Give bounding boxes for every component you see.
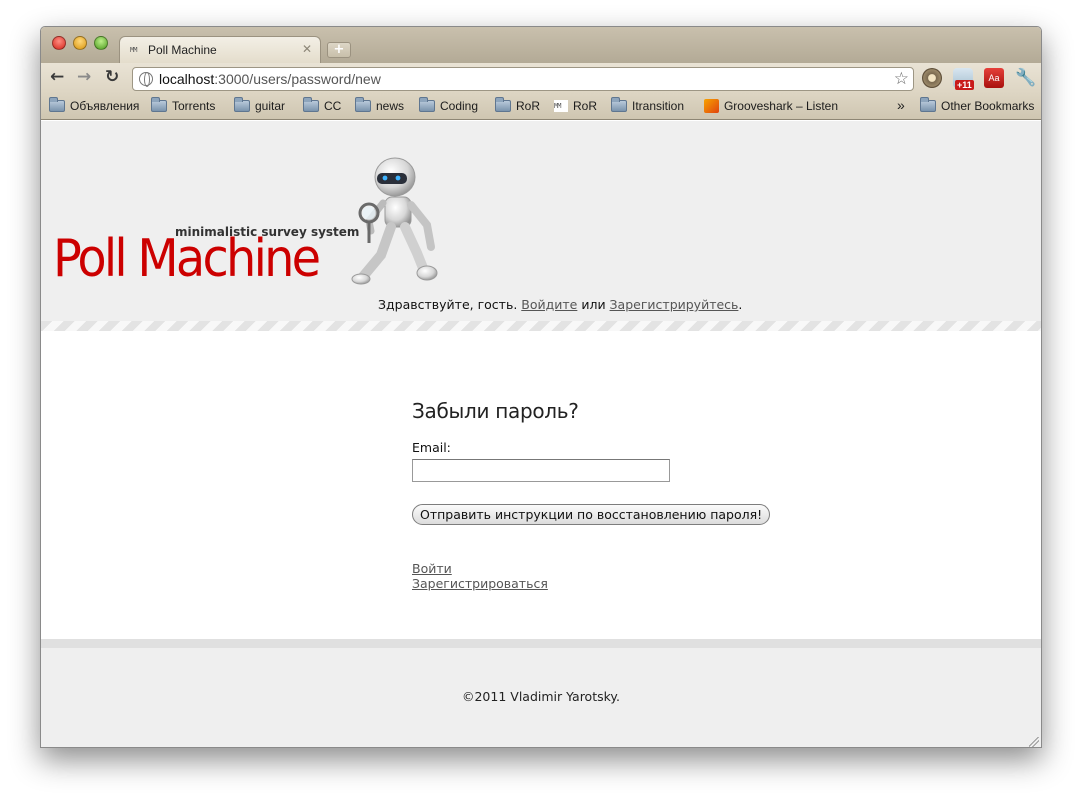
email-label: Email: [412,440,451,455]
reload-icon[interactable]: ↻ [105,69,119,86]
bookmark-label: Объявления [70,99,140,113]
bookmark-label: RoR [573,99,598,113]
minimize-window-button[interactable] [73,36,87,50]
bookmark-label: RoR [516,99,541,113]
bookmark-item[interactable]: RoR [495,97,541,113]
bookmark-item[interactable]: CC [303,97,342,113]
folder-icon [419,97,435,112]
browser-toolbar: ← → ↻ localhost:3000/users/password/new … [41,63,1041,93]
site-favicon-icon: MM [130,45,137,54]
header-register-link[interactable]: Зарегистрируйтесь [610,297,739,312]
extension-dictionary-icon[interactable]: Aa [984,68,1004,88]
copyright-text: ©2011 Vladimir Yarotsky. [461,689,621,704]
globe-icon [139,72,153,87]
bookmark-item[interactable]: Itransition [611,97,685,113]
folder-icon [495,97,511,112]
close-window-button[interactable] [52,36,66,50]
bookmark-item[interactable]: Coding [419,97,479,113]
folder-icon [611,97,627,112]
login-link[interactable]: Войти [412,561,548,576]
forward-arrow-icon[interactable]: → [77,69,91,86]
tab-poll-machine[interactable]: MM Poll Machine ✕ [119,36,321,63]
auth-links: Войти Зарегистрироваться [412,561,548,591]
bookmark-label: news [376,99,405,113]
send-instructions-button[interactable]: Отправить инструкции по восстановлению п… [412,504,771,525]
resize-grip-icon[interactable] [1029,737,1039,747]
bookmark-label: Coding [440,99,479,113]
header-divider-stripe [41,321,1041,331]
web-page: minimalistic survey system Poll Machine [41,121,1041,747]
greeting-text: Здравствуйте, гость. Войдите или Зарегис… [378,297,742,312]
extension-cloud-icon[interactable]: +11 [953,68,974,90]
folder-icon [234,97,250,112]
bookmark-label: Grooveshark – Listen [723,99,838,113]
folder-icon [49,97,65,112]
site-footer: ©2011 Vladimir Yarotsky. [41,648,1041,747]
folder-icon [920,97,936,112]
bookmark-label: Torrents [172,99,216,113]
footer-divider [41,639,1041,648]
new-tab-button[interactable]: + [327,42,351,58]
bookmark-item[interactable]: guitar [234,97,286,113]
site-header: minimalistic survey system Poll Machine [41,121,1041,321]
site-logo[interactable]: Poll Machine [53,229,321,289]
address-bar[interactable]: localhost:3000/users/password/new ☆ [132,67,914,91]
greeting-suffix: . [738,297,743,312]
header-login-link[interactable]: Войдите [521,297,577,312]
extension-gear-icon[interactable] [922,68,942,88]
bookmark-item[interactable]: Torrents [151,97,216,113]
bookmark-label: Itransition [632,99,685,113]
bookmark-star-icon[interactable]: ☆ [894,69,909,89]
bookmark-label: guitar [255,99,286,113]
mm-favicon-icon: MM [554,100,568,112]
tab-strip: MM Poll Machine ✕ + [41,27,1041,63]
greeting-middle: или [577,297,610,312]
bookmark-item[interactable]: MM RoR [554,99,597,113]
address-url: localhost:3000/users/password/new [159,71,381,87]
email-field[interactable] [412,459,670,482]
url-path: :3000/users/password/new [214,71,381,87]
grooveshark-icon [704,99,719,113]
bookmark-item[interactable]: Grooveshark – Listen [704,99,838,113]
folder-icon [303,97,319,112]
bookmark-item[interactable]: Объявления [49,97,140,113]
tab-close-icon[interactable]: ✕ [302,42,312,56]
extension-badge: +11 [955,80,974,90]
tab-title: Poll Machine [148,43,217,57]
zoom-window-button[interactable] [94,36,108,50]
wrench-icon[interactable]: 🔧 [1015,68,1036,88]
robot-mascot-icon [351,157,438,285]
page-title: Забыли пароль? [412,399,579,423]
greeting-prefix: Здравствуйте, гость. [378,297,522,312]
folder-icon [355,97,371,112]
bookmarks-bar: Объявления Torrents guitar CC news Codin… [41,93,1041,120]
register-link[interactable]: Зарегистрироваться [412,576,548,591]
bookmark-item[interactable]: news [355,97,405,113]
other-bookmarks[interactable]: Other Bookmarks [920,97,1035,113]
bookmark-label: Other Bookmarks [941,99,1035,113]
url-host: localhost [159,71,215,87]
bookmarks-overflow-icon[interactable]: » [897,97,905,113]
bookmark-label: CC [324,99,342,113]
back-arrow-icon[interactable]: ← [50,69,64,86]
password-reset-form: Забыли пароль? Email: Отправить инструкц… [412,399,792,525]
folder-icon [151,97,167,112]
browser-window: MM Poll Machine ✕ + ← → ↻ localhost:3000… [40,26,1042,748]
